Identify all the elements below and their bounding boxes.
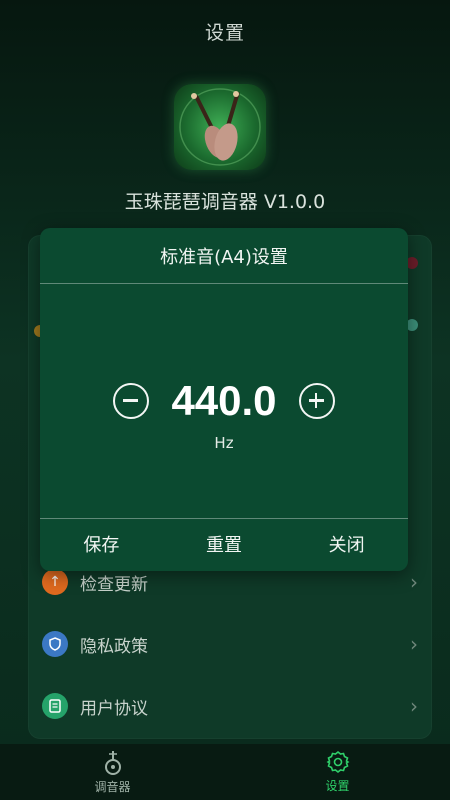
tuner-icon xyxy=(104,751,121,775)
app-name: 玉珠琵琶调音器 V1.0.0 xyxy=(124,191,326,213)
shield-icon xyxy=(42,631,68,657)
close-button[interactable]: 关闭 xyxy=(311,525,383,563)
screen: 设置 玉珠琵琶调音器 V1.0.0 ↑ 检查更新 › 隐私政策 › 用户协议 ›… xyxy=(0,0,450,800)
nav-label: 调音器 xyxy=(94,780,131,794)
value-row: 440.0 xyxy=(40,373,408,429)
a4-setting-dialog: 标准音(A4)设置 440.0 Hz 保存 重置 关闭 xyxy=(40,228,408,571)
frequency-unit: Hz xyxy=(214,434,234,452)
pipa-app-icon xyxy=(174,84,266,170)
reset-button[interactable]: 重置 xyxy=(188,525,260,563)
increase-button[interactable] xyxy=(298,383,335,419)
settings-item-privacy-policy[interactable]: 隐私政策 › xyxy=(42,619,418,669)
chevron-right-icon: › xyxy=(410,570,418,594)
nav-tab-tuner[interactable]: 调音器 xyxy=(0,744,225,800)
nav-tab-settings[interactable]: 设置 xyxy=(225,744,450,800)
dialog-title: 标准音(A4)设置 xyxy=(160,246,288,268)
divider xyxy=(40,518,408,519)
settings-item-user-agreement[interactable]: 用户协议 › xyxy=(42,681,418,731)
dialog-actions: 保存 重置 关闭 xyxy=(40,520,408,568)
frequency-value: 440.0 xyxy=(171,377,277,424)
settings-item-label: 隐私政策 xyxy=(80,636,148,657)
decrease-button[interactable] xyxy=(113,383,150,419)
settings-item-label: 检查更新 xyxy=(80,574,148,595)
chevron-right-icon: › xyxy=(410,632,418,656)
document-icon xyxy=(42,693,68,719)
minus-icon xyxy=(123,399,139,402)
page-title: 设置 xyxy=(204,22,245,44)
settings-item-label: 用户协议 xyxy=(80,698,148,719)
nav-label: 设置 xyxy=(325,779,350,793)
bottom-nav: 调音器 设置 xyxy=(0,744,450,800)
chevron-right-icon: › xyxy=(410,694,418,718)
upload-icon: ↑ xyxy=(42,569,68,595)
save-button[interactable]: 保存 xyxy=(65,525,137,563)
gear-icon xyxy=(326,750,349,774)
divider xyxy=(40,283,408,284)
